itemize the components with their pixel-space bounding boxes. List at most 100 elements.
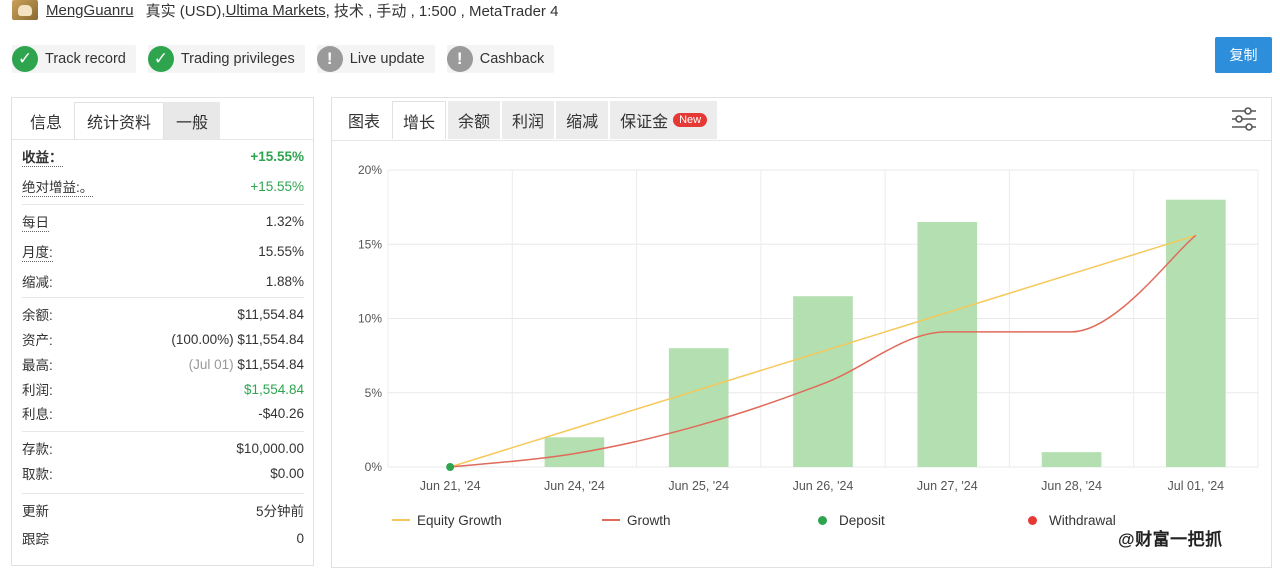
stat-value: 1.32% [265, 213, 304, 229]
tab-general[interactable]: 一般 [164, 102, 221, 139]
x-tick-label: Jun 26, '24 [793, 479, 854, 493]
divider [22, 204, 304, 205]
avatar[interactable] [12, 0, 38, 20]
chart-bar[interactable] [1041, 452, 1102, 467]
stat-withdrawals: 取款: $0.00 [22, 461, 304, 485]
x-tick-label: Jul 01, '24 [1168, 479, 1225, 493]
check-icon: ✓ [12, 46, 38, 72]
stat-value: $11,554.84 [237, 306, 304, 322]
exclamation-icon: ! [316, 46, 343, 72]
stat-label: 缩减: [22, 275, 53, 290]
legend-line-icon [602, 519, 620, 521]
stat-value: +15.55% [250, 148, 304, 164]
chart-settings-icon[interactable] [1230, 106, 1258, 132]
stat-value: +15.55% [250, 178, 304, 194]
stat-abs-gain: 绝对增益:。 +15.55% [22, 174, 304, 198]
stat-label[interactable]: 绝对增益:。 [22, 176, 94, 197]
stat-balance: 余额: $11,554.84 [22, 302, 304, 326]
stat-value: (Jul 01) $11,554.84 [189, 357, 304, 372]
username-link[interactable]: MengGuanru [46, 2, 134, 19]
chart-bar[interactable] [917, 221, 978, 467]
stat-value: 0 [296, 530, 304, 546]
badge-label: Cashback [479, 51, 545, 67]
highest-amount: $11,554.84 [237, 356, 304, 372]
badge-label: Trading privileges [180, 51, 295, 67]
tab-margin[interactable]: 保证金 New [610, 101, 718, 139]
tab-chart[interactable]: 图表 [338, 101, 391, 139]
tab-info[interactable]: 信息 [18, 102, 74, 139]
legend-dot-icon [1028, 515, 1037, 525]
chart-bar[interactable] [1166, 199, 1226, 467]
check-icon: ✓ [147, 46, 174, 72]
stat-interest: 利息: -$40.26 [22, 401, 304, 425]
badge-live-update[interactable]: ! Live update [316, 45, 435, 73]
stat-daily: 每日 1.32% [22, 209, 304, 233]
legend-equity-growth[interactable]: Equity Growth [392, 512, 502, 528]
legend-line-icon [392, 519, 410, 521]
highest-date: (Jul 01) [188, 356, 234, 372]
account-header: MengGuanru 真实 (USD) , Ultima Markets , 技… [12, 0, 558, 20]
stats-list: 收益： +15.55% 绝对增益:。 +15.55% 每日 1.32% 月度: … [12, 144, 313, 550]
verification-badges: ✓ Track record ✓ Trading privileges ! Li… [12, 45, 555, 73]
badge-track-record[interactable]: ✓ Track record [12, 45, 136, 73]
divider [22, 297, 304, 298]
chart-tabs: 图表 增长 余额 利润 缩减 保证金 New [338, 101, 718, 139]
stat-label: 存款: [22, 442, 53, 457]
stat-label: 余额: [22, 308, 53, 323]
equity-amount: $11,554.84 [237, 331, 304, 347]
watermark: @财富一把抓 [1118, 530, 1223, 549]
stat-gain: 收益： +15.55% [22, 144, 304, 168]
chart-bar[interactable] [544, 437, 605, 467]
divider [22, 431, 304, 432]
stat-equity: 资产: (100.00%) $11,554.84 [22, 327, 304, 351]
stat-value: (100.00%) $11,554.84 [171, 332, 304, 347]
y-tick-label: 15% [358, 237, 382, 251]
stat-profit: 利润: $1,554.84 [22, 377, 304, 401]
legend-label: Equity Growth [417, 512, 502, 528]
chart-bar[interactable] [793, 296, 853, 467]
stat-label: 资产: [22, 333, 53, 348]
x-tick-label: Jun 27, '24 [917, 479, 978, 493]
stat-value: 15.55% [258, 243, 304, 259]
stat-drawdown: 缩减: 1.88% [22, 269, 304, 293]
stat-label: 取款: [22, 467, 53, 482]
stat-updated: 更新 5分钟前 [22, 498, 304, 522]
x-tick-label: Jun 24, '24 [544, 479, 605, 493]
stat-value: 5分钟前 [255, 504, 304, 519]
divider [22, 493, 304, 494]
stat-value: $0.00 [270, 465, 304, 481]
tab-growth[interactable]: 增长 [392, 101, 447, 139]
stat-label[interactable]: 收益： [22, 146, 63, 167]
legend-deposit[interactable]: Deposit [818, 512, 885, 528]
legend-growth[interactable]: Growth [602, 512, 671, 528]
copy-button[interactable]: 复制 [1215, 37, 1272, 73]
y-tick-label: 0% [365, 460, 383, 474]
account-type: 真实 (USD) [145, 2, 222, 20]
legend-label: Growth [627, 512, 671, 528]
growth-chart: 0% 5% 10% 15% 20% Jun 21, '24 Jun 24, '24 Jun 2… [358, 163, 1259, 493]
stat-label: 更新 [22, 504, 49, 519]
y-tick-label: 5% [365, 386, 383, 400]
legend-label: Withdrawal [1049, 512, 1116, 528]
stat-label: 利息: [22, 407, 53, 422]
tab-margin-label: 保证金 [620, 114, 669, 131]
badge-cashback[interactable]: ! Cashback [446, 45, 555, 73]
tab-balance[interactable]: 余额 [448, 101, 501, 139]
stat-label[interactable]: 每日 [22, 211, 49, 232]
broker-link[interactable]: Ultima Markets [226, 2, 326, 19]
stat-label[interactable]: 月度: [22, 241, 53, 262]
account-details: , 技术 , 手动 , 1:500 , MetaTrader 4 [325, 2, 559, 20]
x-tick-label: Jun 21, '24 [420, 479, 481, 493]
legend-withdrawal[interactable]: Withdrawal [1028, 512, 1116, 528]
tab-drawdown[interactable]: 缩减 [556, 101, 609, 139]
stat-deposits: 存款: $10,000.00 [22, 436, 304, 460]
tab-profit[interactable]: 利润 [502, 101, 555, 139]
exclamation-icon: ! [446, 46, 473, 72]
badge-label: Live update [349, 51, 425, 67]
stats-panel: 信息 统计资料 一般 收益： +15.55% 绝对增益:。 +15.55% 每日… [11, 97, 314, 566]
badge-trading-privileges[interactable]: ✓ Trading privileges [147, 45, 305, 73]
tab-statistics[interactable]: 统计资料 [74, 102, 165, 139]
stat-label: 利润: [22, 383, 53, 398]
deposit-marker[interactable] [446, 463, 455, 471]
chart-bar[interactable] [668, 348, 729, 467]
